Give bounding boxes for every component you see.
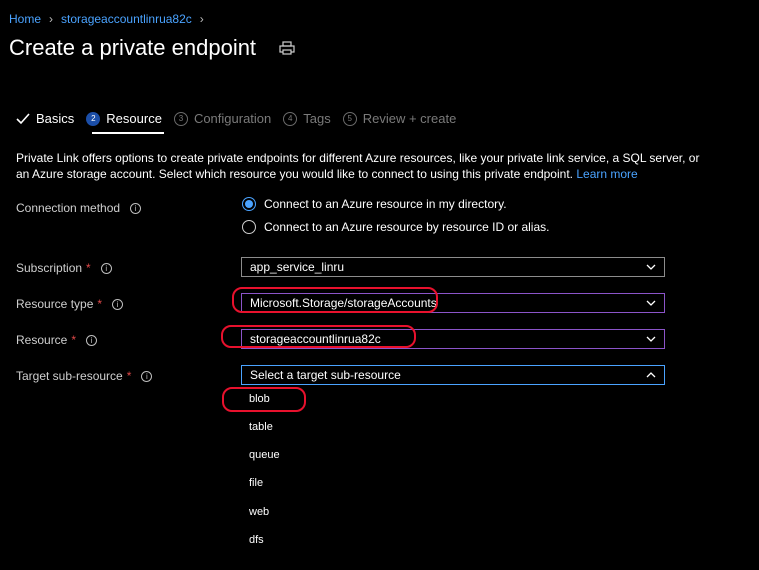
chevron-down-icon	[646, 264, 656, 270]
step-number-badge: 5	[342, 111, 357, 126]
required-asterisk: *	[126, 369, 132, 383]
subscription-select[interactable]: app_service_linru	[241, 257, 665, 277]
info-icon[interactable]: i	[130, 202, 142, 214]
description: Private Link offers options to create pr…	[16, 150, 706, 182]
tab-configuration[interactable]: 3 Configuration	[173, 111, 272, 126]
connection-method-label: Connection method i	[16, 201, 142, 215]
tab-basics-label: Basics	[36, 111, 75, 126]
chevron-down-icon	[646, 336, 656, 342]
radio-connect-directory-label: Connect to an Azure resource in my direc…	[264, 197, 507, 211]
step-number-badge: 4	[283, 111, 298, 126]
step-number-badge: 3	[173, 111, 188, 126]
required-asterisk: *	[86, 261, 91, 275]
chevron-down-icon	[646, 300, 656, 306]
chevron-up-icon	[646, 372, 656, 378]
radio-selected-icon	[242, 197, 256, 211]
target-sub-resource-select[interactable]: Select a target sub-resource	[241, 365, 665, 385]
dropdown-option-queue[interactable]: queue	[249, 449, 280, 461]
tab-configuration-label: Configuration	[193, 111, 272, 126]
resource-type-text: Resource type	[16, 297, 94, 311]
info-icon[interactable]: i	[141, 370, 153, 382]
connection-method-text: Connection method	[16, 201, 121, 215]
subscription-text: Subscription	[16, 261, 83, 275]
highlight-mark	[221, 325, 416, 348]
radio-connect-directory[interactable]: Connect to an Azure resource in my direc…	[242, 197, 507, 211]
radio-connect-resource-id-label: Connect to an Azure resource by resource…	[264, 220, 550, 234]
resource-text: Resource	[16, 333, 68, 347]
breadcrumb-account-link[interactable]: storageaccountlinrua82c	[61, 12, 192, 26]
tab-tags-label: Tags	[303, 111, 331, 126]
subscription-label: Subscription * i	[16, 261, 112, 275]
print-icon[interactable]	[279, 41, 295, 55]
step-number-badge: 2	[86, 111, 101, 126]
info-icon[interactable]: i	[112, 298, 124, 310]
wizard-steps: Basics 2 Resource 3 Configuration 4 Tags…	[16, 111, 468, 126]
info-icon[interactable]: i	[100, 262, 112, 274]
dropdown-option-file[interactable]: file	[249, 477, 263, 489]
resource-label: Resource * i	[16, 333, 98, 347]
tab-resource[interactable]: 2 Resource	[86, 111, 162, 126]
checkmark-icon	[16, 112, 30, 124]
info-icon[interactable]: i	[86, 334, 98, 346]
dropdown-option-table[interactable]: table	[249, 421, 273, 433]
highlight-mark	[232, 287, 438, 313]
page-title: Create a private endpoint	[9, 35, 257, 60]
tab-review-create[interactable]: 5 Review + create	[342, 111, 457, 126]
sub-resource-dropdown: blob table queue file web dfs	[241, 386, 665, 566]
tab-basics[interactable]: Basics	[16, 111, 74, 126]
dropdown-option-web[interactable]: web	[249, 506, 269, 518]
breadcrumb: Home › storageaccountlinrua82c ›	[9, 12, 204, 26]
radio-unselected-icon	[242, 220, 256, 234]
required-asterisk: *	[71, 333, 77, 347]
active-tab-indicator	[92, 132, 164, 134]
target-sub-resource-text: Target sub-resource	[16, 369, 123, 383]
target-sub-resource-placeholder: Select a target sub-resource	[250, 368, 401, 382]
chevron-right-icon: ›	[199, 12, 204, 26]
chevron-right-icon: ›	[49, 12, 54, 26]
subscription-value: app_service_linru	[250, 260, 345, 274]
breadcrumb-home-link[interactable]: Home	[9, 12, 41, 26]
learn-more-link[interactable]: Learn more	[576, 167, 637, 181]
resource-type-label: Resource type * i	[16, 297, 124, 311]
tab-resource-label: Resource	[106, 111, 162, 126]
highlight-mark	[222, 387, 306, 412]
required-asterisk: *	[97, 297, 103, 311]
target-sub-resource-label: Target sub-resource * i	[16, 369, 153, 383]
tab-review-create-label: Review + create	[362, 111, 457, 126]
tab-tags[interactable]: 4 Tags	[283, 111, 331, 126]
dropdown-option-dfs[interactable]: dfs	[249, 534, 264, 546]
radio-connect-resource-id[interactable]: Connect to an Azure resource by resource…	[242, 220, 549, 234]
